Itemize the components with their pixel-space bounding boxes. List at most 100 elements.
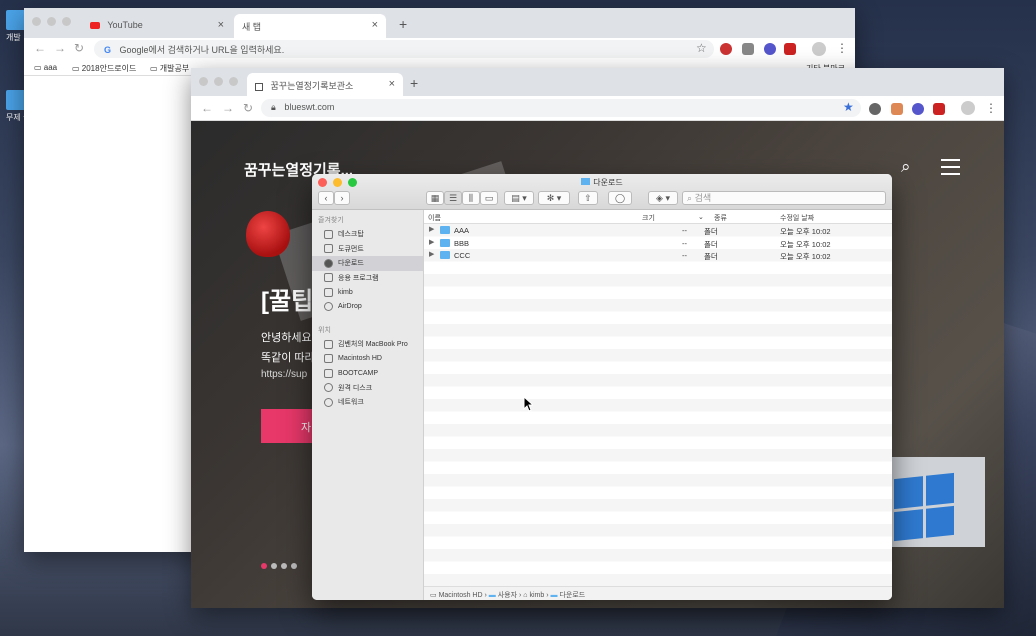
close-icon[interactable]: × xyxy=(389,78,395,90)
back-arrow-icon[interactable]: ← xyxy=(34,41,46,55)
tab-youtube[interactable]: YouTube × xyxy=(82,14,232,38)
hard-drive-icon xyxy=(324,368,333,378)
back-tab-strip: YouTube × 새 탭 × + xyxy=(24,8,855,38)
sidebar-item-desktop[interactable]: 데스크탑 xyxy=(312,227,423,242)
close-icon[interactable]: × xyxy=(218,19,224,31)
hamburger-menu-icon[interactable] xyxy=(941,159,960,175)
tab-blog[interactable]: 꿈꾸는열정기록보관소 × xyxy=(247,73,403,96)
search-icon: ⌕ xyxy=(687,193,693,203)
sidebar-item-downloads[interactable]: 다운로드 xyxy=(312,256,423,271)
window-controls[interactable] xyxy=(32,17,71,26)
path-item[interactable]: 사용자 xyxy=(498,592,517,599)
disclosure-triangle-icon[interactable]: ▶ xyxy=(429,238,434,246)
column-header-name[interactable]: 이름 xyxy=(428,213,441,223)
star-icon[interactable]: ☆ xyxy=(696,41,707,55)
new-tab-button[interactable]: + xyxy=(399,16,407,32)
forward-arrow-icon[interactable]: → xyxy=(54,41,66,55)
extension-icon[interactable] xyxy=(912,103,924,115)
extension-icon[interactable] xyxy=(933,103,945,115)
disclosure-triangle-icon[interactable]: ▶ xyxy=(429,225,434,233)
file-size: -- xyxy=(682,238,687,248)
extension-icon[interactable] xyxy=(891,103,903,115)
new-tab-button[interactable]: + xyxy=(410,75,418,91)
lock-icon: 🔒︎ xyxy=(271,102,276,112)
network-icon xyxy=(324,397,333,407)
search-icon[interactable]: ⌕ xyxy=(901,157,911,177)
omnibox-placeholder: Google에서 검색하거나 URL을 입력하세요. xyxy=(119,45,285,55)
reload-icon[interactable]: ↻ xyxy=(243,101,253,115)
file-size: -- xyxy=(682,226,687,235)
path-item[interactable]: Macintosh HD xyxy=(439,592,483,599)
sidebar-item-network[interactable]: 네트워크 xyxy=(312,395,423,410)
extension-icon[interactable] xyxy=(869,103,881,115)
applications-icon xyxy=(324,273,333,283)
file-kind: 폴더 xyxy=(704,252,718,261)
file-name: AAA xyxy=(454,226,470,235)
sidebar-item-applications[interactable]: 응용 프로그램 xyxy=(312,271,423,286)
sidebar-item-documents[interactable]: 도큐먼트 xyxy=(312,242,423,257)
file-row[interactable]: ▶ BBB -- 폴더 오늘 오후 10:02 xyxy=(424,237,892,250)
gallery-view-button[interactable]: ▭ xyxy=(480,191,498,205)
mouse-cursor-icon xyxy=(523,396,533,412)
file-size: -- xyxy=(682,251,687,260)
path-item[interactable]: 다운로드 xyxy=(559,592,585,599)
disclosure-triangle-icon[interactable]: ▶ xyxy=(429,250,434,258)
path-item[interactable]: kimb xyxy=(529,592,544,599)
hero-link[interactable]: https://sup xyxy=(261,369,307,380)
sidebar-item-remote-disc[interactable]: 원격 디스크 xyxy=(312,381,423,396)
close-icon[interactable]: × xyxy=(372,19,378,31)
profile-avatar-icon[interactable] xyxy=(812,42,826,56)
apple-image xyxy=(246,211,290,257)
extension-icon[interactable] xyxy=(720,43,732,55)
reload-icon[interactable]: ↻ xyxy=(74,41,84,55)
list-view-button[interactable]: ☰ xyxy=(444,191,462,205)
youtube-icon xyxy=(90,22,100,30)
sidebar-item-home[interactable]: kimb xyxy=(312,285,423,300)
column-header-size[interactable]: 크기 xyxy=(642,213,655,223)
bookmark-item[interactable]: ▭ aaa xyxy=(34,63,57,72)
profile-avatar-icon[interactable] xyxy=(961,101,975,115)
omnibox[interactable]: G Google에서 검색하거나 URL을 입력하세요. xyxy=(94,40,714,58)
file-modified: 오늘 오후 10:02 xyxy=(780,227,831,236)
sidebar-item-bootcamp[interactable]: BOOTCAMP xyxy=(312,366,423,381)
menu-kebab-icon[interactable]: ⋮ xyxy=(836,41,848,55)
menu-kebab-icon[interactable]: ⋮ xyxy=(985,101,997,115)
sidebar-item-macintosh-hd[interactable]: Macintosh HD xyxy=(312,352,423,367)
file-row[interactable]: ▶ CCC -- 폴더 오늘 오후 10:02 xyxy=(424,249,892,262)
search-field[interactable]: ⌕ 검색 xyxy=(682,191,886,205)
forward-button[interactable]: › xyxy=(334,191,350,205)
forward-arrow-icon[interactable]: → xyxy=(222,101,234,115)
document-icon xyxy=(324,244,333,254)
column-headers: 이름 크기 ⌄ 종류 수정일 날짜 xyxy=(424,210,892,224)
sidebar-item-airdrop[interactable]: AirDrop xyxy=(312,300,423,315)
sidebar-item-macbook[interactable]: 김벤처의 MacBook Pro xyxy=(312,337,423,352)
extension-icon[interactable] xyxy=(764,43,776,55)
tag-icon[interactable]: ◯ xyxy=(608,191,632,205)
dropbox-button[interactable]: ◈ ▾ xyxy=(648,191,678,205)
url-bar[interactable]: 🔒︎ blueswt.com xyxy=(261,99,861,117)
disc-icon xyxy=(324,383,333,393)
bookmark-item[interactable]: ▭ 2018안드로이드 xyxy=(72,63,136,74)
share-icon[interactable]: ⇧ xyxy=(578,191,598,205)
carousel-dots[interactable] xyxy=(261,563,297,569)
tab-new[interactable]: 새 탭 × xyxy=(234,14,386,38)
file-row[interactable]: ▶ AAA -- 폴더 오늘 오후 10:02 xyxy=(424,224,892,237)
action-gear-icon[interactable]: ✻ ▾ xyxy=(538,191,570,205)
back-button[interactable]: ‹ xyxy=(318,191,334,205)
column-header-kind[interactable]: 종류 xyxy=(714,213,727,223)
window-controls[interactable] xyxy=(199,77,238,86)
back-arrow-icon[interactable]: ← xyxy=(201,101,213,115)
column-header-modified[interactable]: 수정일 날짜 xyxy=(780,213,814,223)
front-tab-strip: 꿈꾸는열정기록보관소 × + xyxy=(191,68,1004,96)
file-modified: 오늘 오후 10:02 xyxy=(780,239,831,249)
icon-view-button[interactable]: ▦ xyxy=(426,191,444,205)
column-view-button[interactable]: ⫼ xyxy=(462,191,480,205)
extension-icon[interactable] xyxy=(742,43,754,55)
file-modified: 오늘 오후 10:02 xyxy=(780,252,831,261)
group-button[interactable]: ▤ ▾ xyxy=(504,191,534,205)
hero-text: 똑같이 따라 xyxy=(261,352,315,364)
extension-icon[interactable] xyxy=(784,43,796,55)
star-icon[interactable]: ★ xyxy=(843,100,854,114)
bookmark-item[interactable]: ▭ 개발공부 xyxy=(150,63,189,74)
download-icon xyxy=(324,258,333,268)
